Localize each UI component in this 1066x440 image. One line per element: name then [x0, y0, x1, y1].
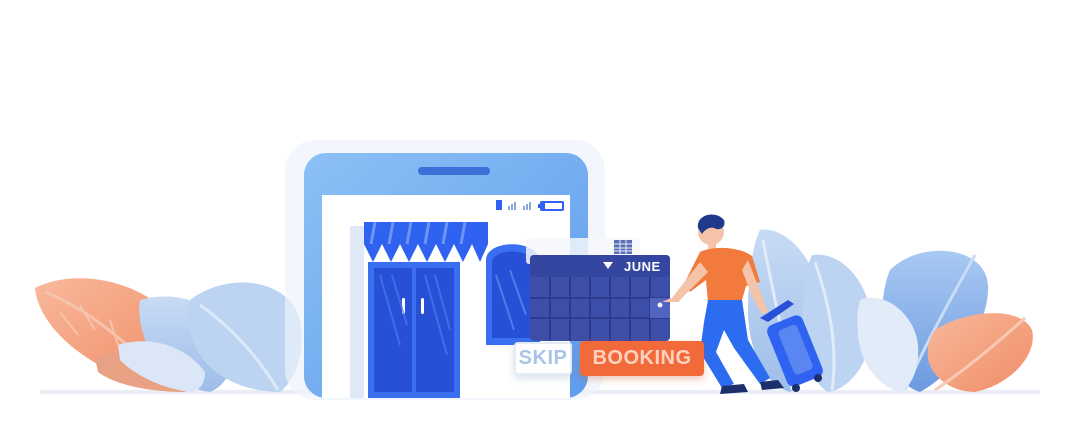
calendar-widget[interactable]	[526, 238, 670, 341]
touch-point	[657, 302, 663, 308]
illustration-stage: JUNE SKIP BOOKING	[0, 0, 1066, 440]
phone-speaker	[418, 167, 490, 175]
dropdown-arrow-icon[interactable]	[603, 262, 613, 269]
booking-button[interactable]: BOOKING	[580, 341, 704, 376]
left-foliage	[35, 278, 302, 392]
battery-icon	[538, 201, 564, 211]
skip-button[interactable]: SKIP	[514, 342, 572, 375]
calendar-month-label: JUNE	[624, 259, 661, 274]
calendar-grid-icon	[614, 240, 632, 254]
